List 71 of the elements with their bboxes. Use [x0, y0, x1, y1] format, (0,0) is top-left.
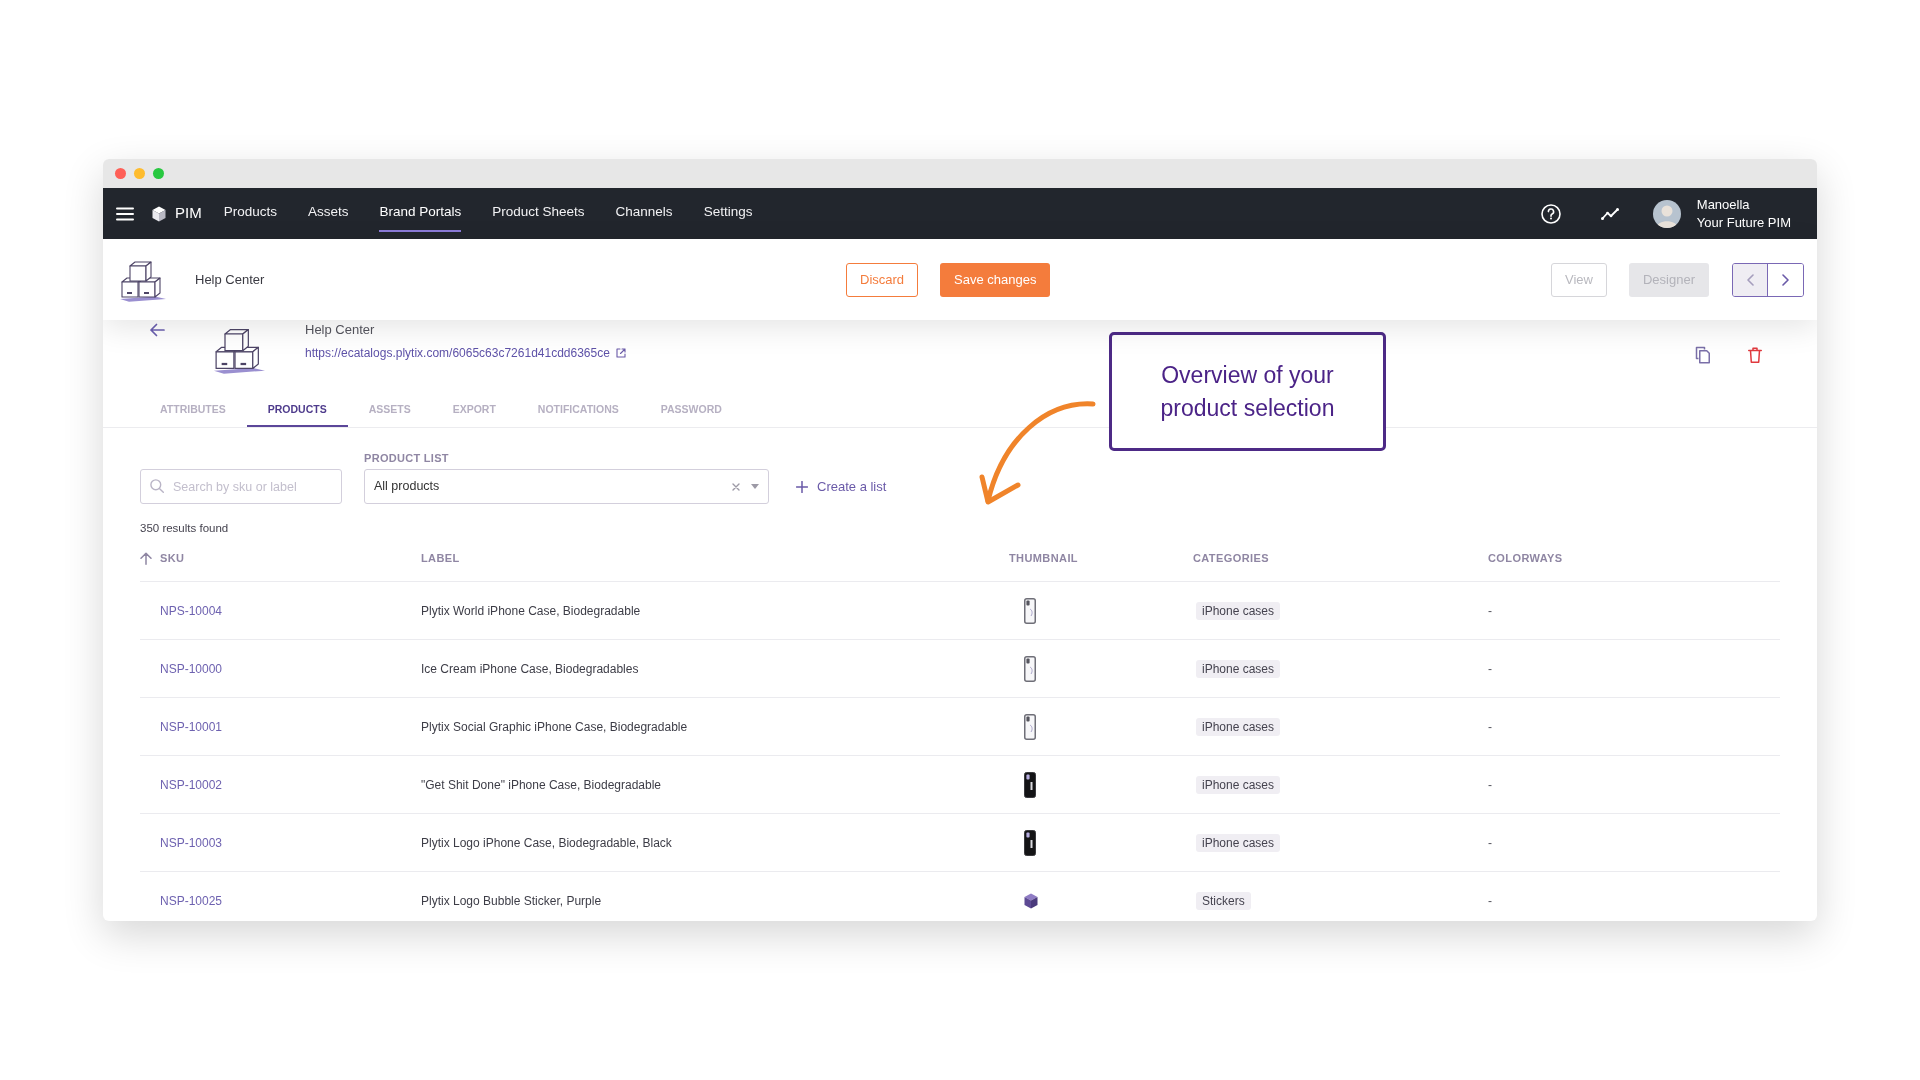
phone-case-thumbnail	[1024, 597, 1036, 624]
column-header[interactable]: COLORWAYS	[1488, 551, 1563, 565]
external-link-icon	[615, 348, 626, 358]
table-cell-text: Plytix Logo iPhone Case, Biodegradable, Black	[421, 834, 672, 852]
table-cell-text: Plytix World iPhone Case, Biodegradable	[421, 602, 641, 620]
table-cell-text: -	[1488, 776, 1492, 794]
column-header[interactable]: CATEGORIES	[1193, 551, 1269, 565]
product-list-dropdown[interactable]: All products	[364, 469, 769, 504]
nav-link[interactable]: Assets	[307, 195, 349, 232]
table-cell-text: -	[1488, 718, 1492, 736]
user-name: Manoella	[1696, 195, 1751, 214]
copy-icon[interactable]	[1695, 346, 1711, 364]
sku-link[interactable]: NSP-10000	[160, 659, 223, 678]
sku-link[interactable]: NSP-10025	[160, 891, 223, 910]
create-list-button[interactable]: Create a list	[796, 469, 887, 504]
table-cell-text: Plytix Logo Bubble Sticker, Purple	[421, 892, 602, 910]
portal-name: Help Center	[195, 270, 265, 289]
column-header[interactable]: SKU	[140, 551, 185, 565]
table-cell-text: "Get Shit Done" iPhone Case, Biodegradable	[421, 776, 661, 794]
help-icon[interactable]	[1540, 203, 1561, 224]
category-tag: iPhone cases	[1196, 659, 1281, 678]
home-link[interactable]: PIM	[152, 202, 202, 225]
avatar-icon[interactable]	[1652, 199, 1681, 228]
category-tag: Stickers	[1196, 891, 1251, 910]
table-cell-text: -	[1488, 892, 1492, 910]
trash-icon[interactable]	[1748, 347, 1762, 363]
close-window-icon[interactable]	[115, 168, 126, 179]
search-field[interactable]: Search by sku or label	[140, 469, 342, 504]
activity-chart-icon[interactable]	[1600, 207, 1619, 220]
nav-link[interactable]: Channels	[615, 195, 673, 232]
field-label: PRODUCT LIST	[364, 451, 450, 465]
table-cell-text: -	[1488, 834, 1492, 852]
tab[interactable]: PRODUCTS	[246, 394, 348, 427]
menu-icon[interactable]	[116, 206, 134, 221]
search-icon	[150, 479, 164, 493]
sku-link[interactable]: NPS-10004	[160, 601, 223, 620]
phone-case-thumbnail	[1024, 655, 1036, 682]
category-tag: iPhone cases	[1196, 833, 1281, 852]
nav-link[interactable]: Product Sheets	[492, 195, 585, 232]
nav-link[interactable]: Brand Portals	[379, 195, 462, 232]
cube-logo-icon	[152, 205, 166, 222]
portal-url-link[interactable]: https://ecatalogs.plytix.com/6065c63c7261d41cdd6365ce	[305, 344, 626, 362]
sort-arrow-icon	[140, 551, 152, 565]
phone-case-thumbnail	[1024, 771, 1036, 798]
workspace-name: Your Future PIM	[1696, 213, 1791, 232]
nav-link[interactable]: Products	[223, 195, 277, 232]
plus-icon	[796, 480, 808, 493]
phone-case-thumbnail	[1024, 713, 1036, 740]
sku-link[interactable]: NSP-10002	[160, 775, 223, 794]
chevron-right-icon	[1781, 273, 1790, 286]
category-tag: iPhone cases	[1196, 717, 1281, 736]
category-tag: iPhone cases	[1196, 601, 1281, 620]
table-cell-text: Plytix Social Graphic iPhone Case, Biodegradable	[421, 718, 688, 736]
phone-case-thumbnail	[1024, 829, 1036, 856]
table-cell-text: Ice Cream iPhone Case, Biodegradables	[421, 660, 639, 678]
caret-icon	[751, 484, 759, 489]
nav-link[interactable]: Settings	[703, 195, 753, 232]
chevron-left-icon	[1745, 273, 1755, 286]
portal-title: Help Center	[305, 322, 376, 338]
back-arrow-icon[interactable]	[149, 323, 165, 337]
cube-sticker-thumbnail	[1024, 892, 1038, 909]
table-cell-text: -	[1488, 660, 1492, 678]
column-header[interactable]: LABEL	[421, 551, 460, 565]
clear-icon[interactable]	[732, 482, 740, 491]
annotation-callout: Overview of your product selection	[1109, 332, 1386, 451]
sku-link[interactable]: NSP-10003	[160, 833, 223, 852]
column-header[interactable]: THUMBNAIL	[1009, 551, 1078, 565]
category-tag: iPhone cases	[1196, 775, 1281, 794]
results-count: 350 results found	[140, 521, 230, 535]
sku-link[interactable]: NSP-10001	[160, 717, 223, 736]
table-cell-text: -	[1488, 602, 1492, 620]
